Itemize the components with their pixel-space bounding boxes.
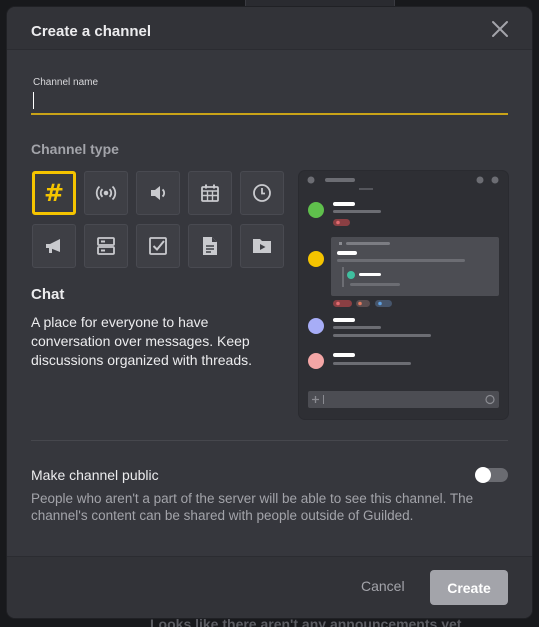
preview-line <box>333 210 381 213</box>
preview-reaction <box>333 300 352 307</box>
list-icon <box>97 237 115 255</box>
public-toggle[interactable] <box>475 467 508 483</box>
preview-line <box>333 202 355 206</box>
preview-line <box>359 273 381 276</box>
preview-line <box>333 318 355 322</box>
megaphone-icon <box>46 239 60 253</box>
public-description: People who aren't a part of the server w… <box>31 491 474 523</box>
speaker-icon <box>151 186 166 200</box>
preview-thread-avatar <box>347 271 355 279</box>
preview-reaction-dot <box>378 301 382 306</box>
preview-line <box>337 251 357 255</box>
create-channel-dialog: Create a channel Channel name Channel ty… <box>7 7 532 618</box>
channel-name-label: Channel name <box>33 77 99 88</box>
preview-avatar-1 <box>308 202 324 218</box>
close-icon <box>492 21 508 37</box>
preview-title-bar <box>325 178 355 182</box>
preview-line <box>333 326 381 329</box>
preview-avatar-3 <box>308 318 324 334</box>
preview-dot <box>491 176 499 184</box>
preview-avatar-2 <box>308 251 324 267</box>
type-docs-button[interactable] <box>188 224 232 268</box>
preview-reaction-dot <box>336 220 340 225</box>
preview-dot <box>307 176 315 184</box>
preview-reaction <box>333 219 350 226</box>
preview-line <box>339 242 342 245</box>
preview-line <box>333 353 355 357</box>
dialog-footer: Cancel Create <box>7 556 532 618</box>
selected-type-description: A place for everyone to have conversatio… <box>31 314 253 368</box>
preview-illustration <box>307 176 499 408</box>
preview-line <box>350 283 400 286</box>
preview-reaction <box>375 300 392 307</box>
text-caret <box>33 92 34 109</box>
preview-line <box>337 259 465 262</box>
toggle-knob <box>475 467 491 483</box>
channel-type-grid: # <box>32 171 284 268</box>
broadcast-icon <box>95 185 117 201</box>
channel-type-label: Channel type <box>31 141 119 157</box>
preview-reaction <box>356 300 370 307</box>
preview-line <box>346 242 390 245</box>
type-scheduling-button[interactable] <box>240 171 284 215</box>
type-announcements-button[interactable] <box>32 224 76 268</box>
type-voice-button[interactable] <box>84 171 128 215</box>
preview-avatar-4 <box>308 353 324 369</box>
preview-line <box>333 362 411 365</box>
preview-line <box>359 188 373 190</box>
hash-icon: # <box>43 179 65 207</box>
selected-type-title: Chat <box>31 286 65 303</box>
type-calendar-button[interactable] <box>188 171 232 215</box>
public-toggle-label: Make channel public <box>31 467 159 483</box>
dialog-title: Create a channel <box>31 23 152 40</box>
preview-reaction-dot <box>336 301 340 306</box>
type-checklist-button[interactable] <box>136 224 180 268</box>
preview-caret <box>323 395 324 404</box>
dialog-header: Create a channel <box>7 7 532 50</box>
preview-thread-line <box>342 267 344 287</box>
clock-icon <box>253 184 271 202</box>
preview-thread-box <box>331 237 499 296</box>
checkbox-icon <box>149 237 167 255</box>
type-list-button[interactable] <box>84 224 128 268</box>
type-chat-button[interactable]: # <box>32 171 76 215</box>
calendar-icon <box>201 184 219 202</box>
cancel-button[interactable]: Cancel <box>361 578 405 594</box>
channel-name-input[interactable] <box>31 89 508 115</box>
section-divider <box>31 440 508 441</box>
close-button[interactable] <box>490 19 510 39</box>
document-icon <box>203 237 217 255</box>
type-media-button[interactable] <box>240 224 284 268</box>
create-button[interactable]: Create <box>430 570 508 605</box>
preview-reaction-dot <box>358 301 362 306</box>
type-stream-button[interactable] <box>136 171 180 215</box>
channel-preview <box>299 171 508 419</box>
preview-line <box>333 334 431 337</box>
preview-composer <box>308 391 499 408</box>
media-icon <box>253 239 271 253</box>
preview-dot <box>476 176 484 184</box>
